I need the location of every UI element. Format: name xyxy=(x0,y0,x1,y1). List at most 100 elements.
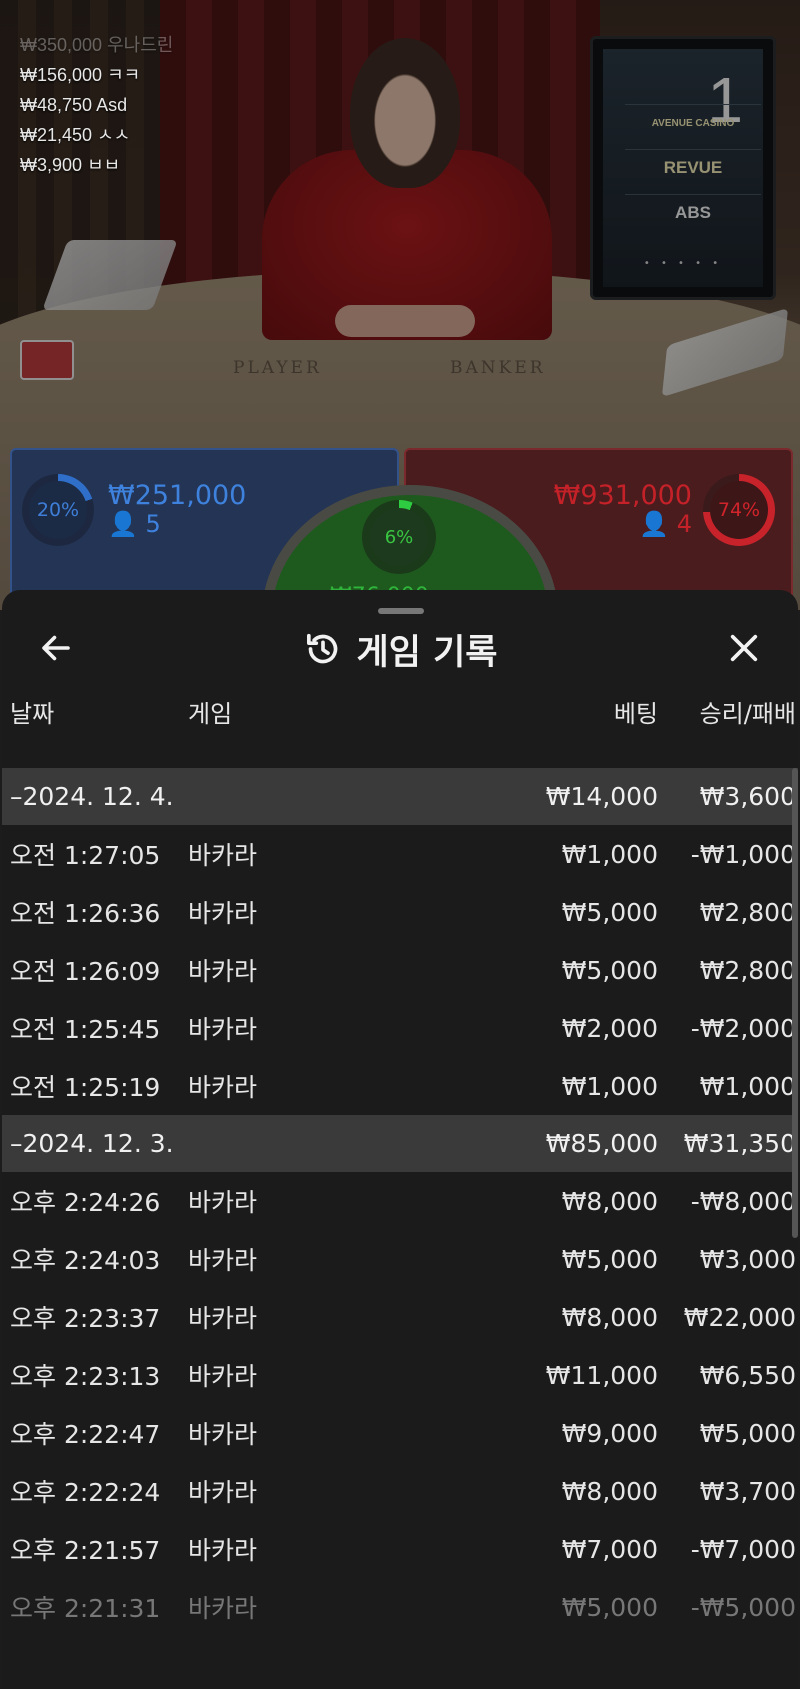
group-date: –2024. 12. 4. xyxy=(10,782,174,811)
user-icon: 👤 xyxy=(108,510,138,538)
player-percent-ring: 20% xyxy=(22,474,94,546)
player-total-amount: ₩251,000 xyxy=(108,480,247,511)
row-time: 오전 1:25:45 xyxy=(10,1015,161,1044)
row-time: 오후 2:24:03 xyxy=(10,1246,161,1275)
row-bet: ₩8,000 xyxy=(561,1302,658,1332)
row-game: 바카라 xyxy=(188,1536,258,1565)
row-winloss: -₩5,000 xyxy=(690,1592,796,1622)
group-date: –2024. 12. 3. xyxy=(10,1129,174,1158)
row-time: 오전 1:25:19 xyxy=(10,1073,161,1102)
date-group-row[interactable]: –2024. 12. 4. ₩14,000 ₩3,600 xyxy=(2,768,798,825)
history-row: 오후 2:23:37 바카라 ₩8,000 ₩22,000 xyxy=(2,1288,798,1346)
player-bet-entry: ₩21,450 ㅅㅅ xyxy=(20,125,131,145)
column-header-date: 날짜 xyxy=(10,700,55,728)
history-scrollbar[interactable] xyxy=(792,768,798,1238)
row-time: 오후 2:22:47 xyxy=(10,1420,161,1449)
row-winloss: ₩5,000 xyxy=(699,1418,796,1448)
sheet-title: 게임 기록 xyxy=(356,632,498,673)
row-winloss: ₩22,000 xyxy=(683,1302,796,1332)
row-winloss: -₩7,000 xyxy=(690,1534,796,1564)
row-time: 오후 2:21:31 xyxy=(10,1594,161,1623)
tie-percent-ring: 6% xyxy=(362,500,436,574)
row-game: 바카라 xyxy=(188,841,258,870)
row-time: 오후 2:23:37 xyxy=(10,1304,161,1333)
row-game: 바카라 xyxy=(188,1420,258,1449)
row-bet: ₩11,000 xyxy=(545,1360,658,1390)
row-game: 바카라 xyxy=(188,1073,258,1102)
row-bet: ₩2,000 xyxy=(561,1013,658,1043)
close-button[interactable] xyxy=(722,626,766,670)
history-row: 오후 2:21:57 바카라 ₩7,000 -₩7,000 xyxy=(2,1520,798,1578)
row-winloss: ₩2,800 xyxy=(699,955,796,985)
banker-percent: 74% xyxy=(710,481,768,539)
column-header-winloss: 승리/패배 xyxy=(699,700,796,728)
player-bet-entry: ₩48,750 Asd xyxy=(20,95,128,115)
player-bet-entry: ₩156,000 ㅋㅋ xyxy=(20,65,141,85)
history-row: 오전 1:25:19 바카라 ₩1,000 ₩1,000 xyxy=(2,1057,798,1115)
row-winloss: ₩3,000 xyxy=(699,1244,796,1274)
history-row: 오후 2:24:26 바카라 ₩8,000 -₩8,000 xyxy=(2,1172,798,1230)
row-time: 오전 1:27:05 xyxy=(10,841,161,870)
row-game: 바카라 xyxy=(188,899,258,928)
history-row: 오전 1:26:09 바카라 ₩5,000 ₩2,800 xyxy=(2,941,798,999)
row-game: 바카라 xyxy=(188,957,258,986)
player-bet-entry: ₩3,900 ㅂㅂ xyxy=(20,155,121,175)
banker-count: 👤 4 xyxy=(639,510,692,538)
history-row: 오전 1:25:45 바카라 ₩2,000 -₩2,000 xyxy=(2,999,798,1057)
player-count: 👤 5 xyxy=(108,510,161,538)
player-bet-entry: ₩350,000 우나드린 xyxy=(20,35,174,55)
row-bet: ₩8,000 xyxy=(561,1186,658,1216)
column-header-game: 게임 xyxy=(188,700,233,728)
game-history-sheet: 게임 기록 날짜 게임 베팅 승리/패배 –2024. 12. 4. ₩14,00… xyxy=(2,590,798,1689)
row-game: 바카라 xyxy=(188,1246,258,1275)
sheet-drag-handle[interactable] xyxy=(378,608,424,614)
history-row: 오후 2:23:13 바카라 ₩11,000 ₩6,550 xyxy=(2,1346,798,1404)
group-bet-total: ₩14,000 xyxy=(545,782,658,811)
row-bet: ₩5,000 xyxy=(561,1244,658,1274)
row-game: 바카라 xyxy=(188,1188,258,1217)
row-bet: ₩9,000 xyxy=(561,1418,658,1448)
row-time: 오후 2:23:13 xyxy=(10,1362,161,1391)
history-row: 오후 2:21:31 바카라 ₩5,000 -₩5,000 xyxy=(2,1578,798,1636)
close-icon xyxy=(730,634,758,662)
row-bet: ₩8,000 xyxy=(561,1476,658,1506)
history-row: 오후 2:22:47 바카라 ₩9,000 ₩5,000 xyxy=(2,1404,798,1462)
row-winloss: ₩2,800 xyxy=(699,897,796,927)
row-bet: ₩5,000 xyxy=(561,897,658,927)
banker-total-amount: ₩931,000 xyxy=(553,480,692,511)
row-winloss: ₩6,550 xyxy=(699,1360,796,1390)
tie-percent: 6% xyxy=(370,508,428,566)
date-group-row[interactable]: –2024. 12. 3. ₩85,000 ₩31,350 xyxy=(2,1115,798,1172)
banker-percent-ring: 74% xyxy=(703,474,775,546)
row-time: 오후 2:21:57 xyxy=(10,1536,161,1565)
player-percent: 20% xyxy=(29,481,87,539)
row-winloss: -₩8,000 xyxy=(690,1186,796,1216)
row-bet: ₩5,000 xyxy=(561,955,658,985)
row-time: 오후 2:24:26 xyxy=(10,1188,161,1217)
row-game: 바카라 xyxy=(188,1362,258,1391)
history-icon xyxy=(306,633,337,664)
sheet-header: 게임 기록 xyxy=(2,624,798,674)
row-bet: ₩7,000 xyxy=(561,1534,658,1564)
row-time: 오전 1:26:36 xyxy=(10,899,161,928)
history-row: 오전 1:27:05 바카라 ₩1,000 -₩1,000 xyxy=(2,825,798,883)
row-time: 오전 1:26:09 xyxy=(10,957,161,986)
row-bet: ₩5,000 xyxy=(561,1592,658,1622)
group-bet-total: ₩85,000 xyxy=(545,1129,658,1158)
row-bet: ₩1,000 xyxy=(561,1071,658,1101)
group-winloss-total: ₩3,600 xyxy=(699,782,796,811)
row-time: 오후 2:22:24 xyxy=(10,1478,161,1507)
row-game: 바카라 xyxy=(188,1478,258,1507)
row-game: 바카라 xyxy=(188,1594,258,1623)
row-winloss: -₩1,000 xyxy=(690,839,796,869)
row-winloss: ₩1,000 xyxy=(699,1071,796,1101)
history-list: –2024. 12. 4. ₩14,000 ₩3,600 오전 1:27:05 바카라 ₩… xyxy=(2,768,798,1636)
row-game: 바카라 xyxy=(188,1015,258,1044)
history-row: 오후 2:22:24 바카라 ₩8,000 ₩3,700 xyxy=(2,1462,798,1520)
row-game: 바카라 xyxy=(188,1304,258,1333)
user-icon: 👤 xyxy=(639,510,670,538)
history-row: 오후 2:24:03 바카라 ₩5,000 ₩3,000 xyxy=(2,1230,798,1288)
history-row: 오전 1:26:36 바카라 ₩5,000 ₩2,800 xyxy=(2,883,798,941)
group-winloss-total: ₩31,350 xyxy=(683,1129,796,1158)
player-bets-list: ₩350,000 우나드린 ₩156,000 ㅋㅋ ₩48,750 Asd ₩2… xyxy=(20,30,173,180)
